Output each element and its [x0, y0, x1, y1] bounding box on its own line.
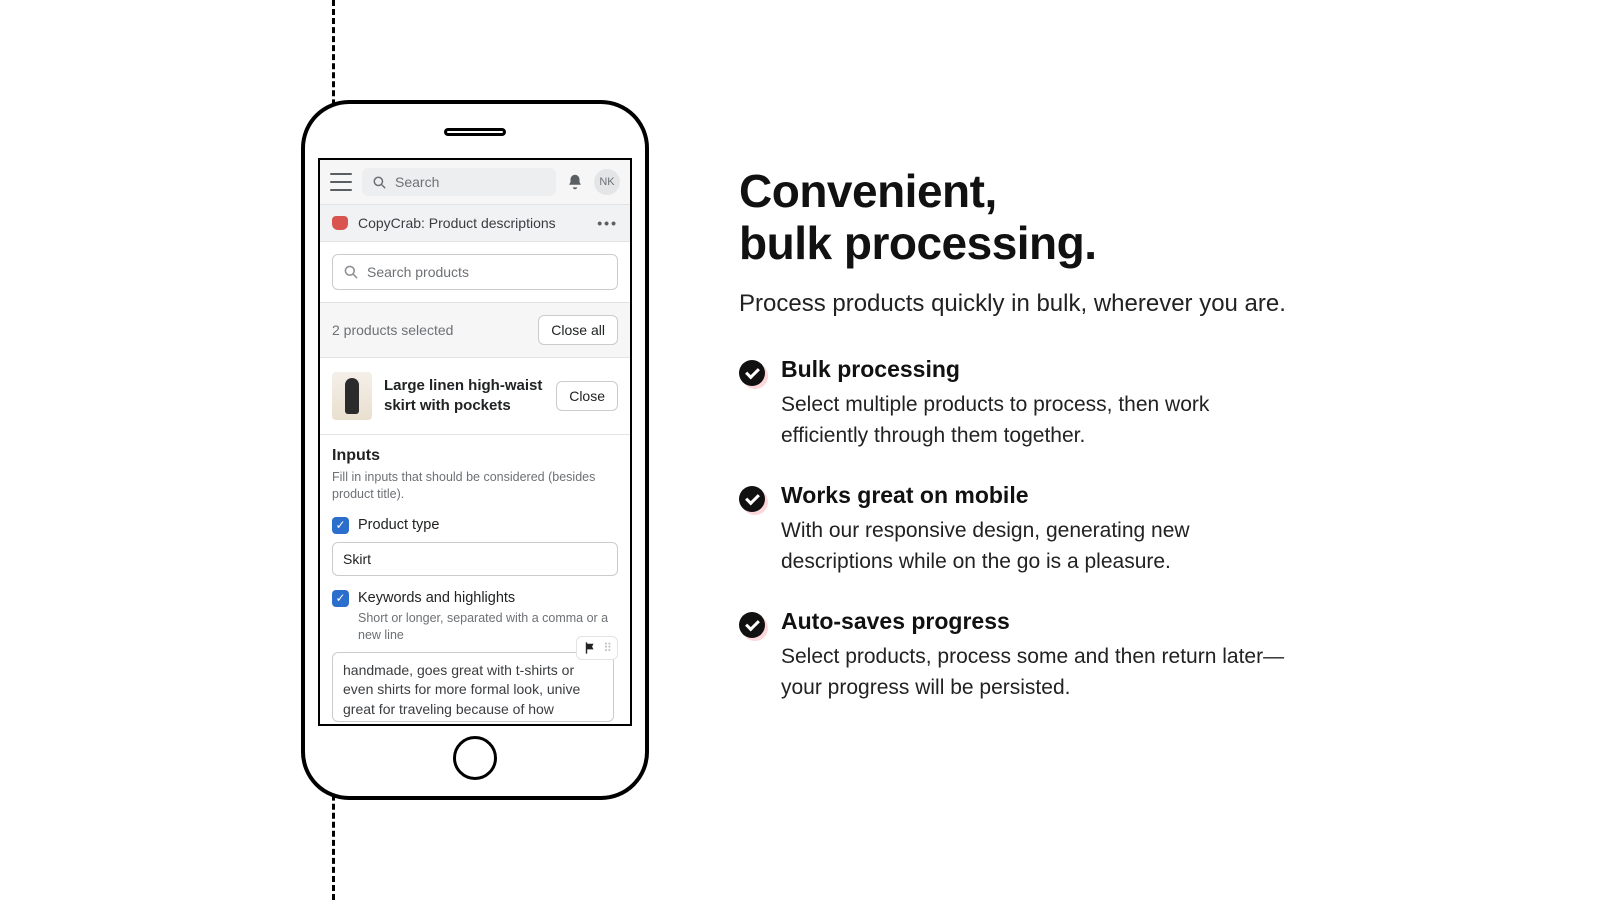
topbar: Search NK: [320, 160, 630, 205]
app-bar: CopyCrab: Product descriptions •••: [320, 205, 630, 242]
check-icon: [739, 486, 765, 512]
avatar[interactable]: NK: [594, 169, 620, 195]
phone-speaker: [444, 128, 506, 136]
feature-bulk: Bulk processing Select multiple products…: [739, 356, 1299, 452]
feature-title: Works great on mobile: [781, 482, 1299, 509]
app-logo-icon: [332, 216, 348, 230]
flag-icon: [583, 641, 597, 655]
inputs-section: Inputs Fill in inputs that should be con…: [320, 435, 630, 724]
lead-text: Process products quickly in bulk, wherev…: [739, 287, 1299, 322]
global-search-placeholder: Search: [395, 174, 439, 190]
inputs-heading: Inputs: [332, 447, 618, 465]
product-type-label: Product type: [358, 517, 439, 533]
search-products-panel: Search products: [320, 242, 630, 303]
keywords-label: Keywords and highlights: [358, 590, 515, 606]
keywords-field: ✓ Keywords and highlights Short or longe…: [332, 590, 618, 722]
selected-count: 2 products selected: [332, 322, 453, 338]
global-search-input[interactable]: Search: [362, 168, 556, 196]
search-icon: [343, 264, 359, 280]
keywords-textarea[interactable]: handmade, goes great with t-shirts or ev…: [332, 652, 614, 722]
check-icon: [739, 360, 765, 386]
feature-body: Select multiple products to process, the…: [781, 389, 1299, 452]
feature-body: Select products, process some and then r…: [781, 641, 1299, 704]
product-thumbnail: [332, 372, 372, 420]
app-title: CopyCrab: Product descriptions: [358, 215, 556, 231]
menu-icon[interactable]: [330, 173, 352, 191]
phone-home-button: [453, 736, 497, 780]
feature-title: Bulk processing: [781, 356, 1299, 383]
app-screen: Search NK CopyCrab: Product descriptions…: [318, 158, 632, 726]
headline-line1: Convenient,: [739, 165, 997, 217]
notifications-icon[interactable]: [566, 173, 584, 191]
feature-body: With our responsive design, generating n…: [781, 515, 1299, 578]
headline: Convenient, bulk processing.: [739, 166, 1299, 269]
feature-mobile: Works great on mobile With our responsiv…: [739, 482, 1299, 578]
search-products-placeholder: Search products: [367, 264, 469, 280]
more-icon[interactable]: •••: [597, 215, 618, 231]
feature-autosave: Auto-saves progress Select products, pro…: [739, 608, 1299, 704]
marketing-copy: Convenient, bulk processing. Process pro…: [739, 166, 1299, 734]
product-type-input[interactable]: [332, 542, 618, 576]
selection-bar: 2 products selected Close all: [320, 303, 630, 358]
grip-icon: ⠿: [603, 641, 611, 655]
product-type-checkbox[interactable]: ✓: [332, 517, 349, 534]
phone-mockup: Search NK CopyCrab: Product descriptions…: [301, 100, 649, 800]
product-type-field: ✓ Product type: [332, 517, 618, 576]
feature-title: Auto-saves progress: [781, 608, 1299, 635]
inputs-hint: Fill in inputs that should be considered…: [332, 469, 618, 503]
headline-line2: bulk processing.: [739, 217, 1097, 269]
search-icon: [372, 175, 387, 190]
keywords-checkbox[interactable]: ✓: [332, 590, 349, 607]
drag-handle[interactable]: ⠿: [576, 636, 618, 660]
close-button[interactable]: Close: [556, 381, 618, 411]
check-icon: [739, 612, 765, 638]
product-title: Large linen high-waist skirt with pocket…: [384, 376, 544, 417]
close-all-button[interactable]: Close all: [538, 315, 618, 345]
search-products-input[interactable]: Search products: [332, 254, 618, 290]
product-row: Large linen high-waist skirt with pocket…: [320, 358, 630, 435]
